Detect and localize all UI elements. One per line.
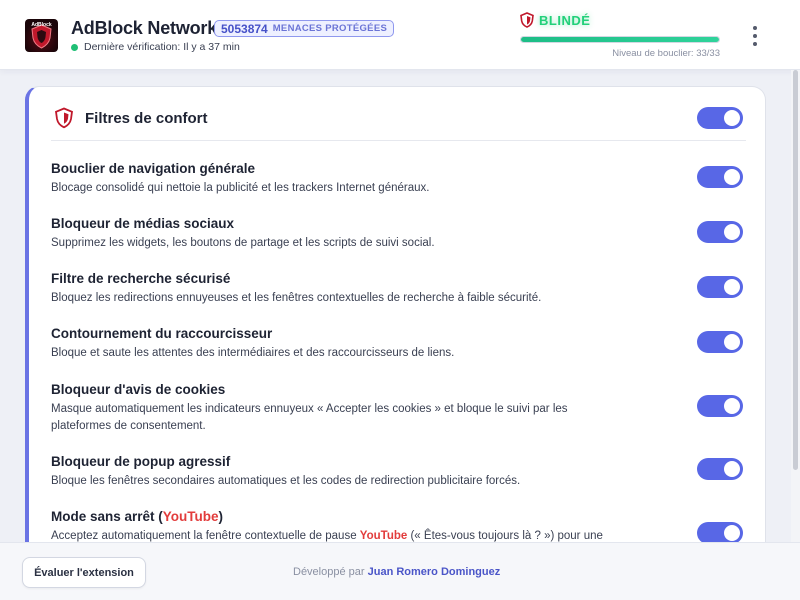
filter-item: Bloqueur de popup agressif Bloque les fe… <box>51 453 651 490</box>
credits-author-link[interactable]: Juan Romero Dominguez <box>368 566 501 578</box>
filter-toggle-social[interactable] <box>697 221 743 243</box>
youtube-label: YouTube <box>359 530 408 542</box>
filter-item: Bloqueur de médias sociaux Supprimez les… <box>51 215 651 252</box>
threat-label: MENACES PROTÉGÉES <box>272 23 388 34</box>
shield-status: BLINDÉ <box>520 12 590 28</box>
shield-level-fill <box>521 37 719 42</box>
filter-item: Contournement du raccourcisseur Bloque e… <box>51 325 651 362</box>
menu-dot <box>753 26 757 30</box>
filter-item: Filtre de recherche sécurisé Bloquez les… <box>51 270 651 307</box>
filter-name-suffix: ) <box>218 509 224 524</box>
shield-level-text: Niveau de bouclier: 33/33 <box>612 48 720 59</box>
credits-prefix: Développé par <box>293 566 368 578</box>
last-check-row: Dernière vérification: Il y a 37 min <box>71 41 240 53</box>
filter-name: Bloqueur de médias sociaux <box>51 216 235 231</box>
shield-icon <box>520 12 534 28</box>
scrollbar-thumb[interactable] <box>793 70 798 470</box>
filter-name: Contournement du raccourcisseur <box>51 326 273 341</box>
logo-wordmark: AdBlock <box>31 22 52 28</box>
filter-name: Mode sans arrêt (YouTube) <box>51 508 661 526</box>
filter-item: Mode sans arrêt (YouTube) Acceptez autom… <box>51 508 661 545</box>
filter-toggle-popup[interactable] <box>697 458 743 480</box>
filter-toggle-navigation[interactable] <box>697 166 743 188</box>
card-header: Filtres de confort <box>51 103 746 141</box>
threat-count-badge: 5053874 MENACES PROTÉGÉES <box>214 20 395 37</box>
app-logo: AdBlock <box>25 19 58 52</box>
kebab-menu-icon[interactable] <box>745 24 765 48</box>
filter-description: Bloque les fenêtres secondaires automati… <box>51 475 521 487</box>
master-filters-toggle[interactable] <box>697 107 743 129</box>
filter-name-prefix: Mode sans arrêt ( <box>51 509 163 524</box>
credits: Développé par Juan Romero Dominguez <box>293 566 500 578</box>
app-title: AdBlock Network <box>71 18 218 38</box>
youtube-label: YouTube <box>162 509 219 524</box>
filter-name: Bouclier de navigation générale <box>51 161 256 176</box>
menu-dot <box>753 34 757 38</box>
status-dot-icon <box>71 43 78 51</box>
shield-status-text: BLINDÉ <box>539 12 591 28</box>
shield-level-bar <box>520 36 720 43</box>
comfort-filters-card: Filtres de confort Bouclier de navigatio… <box>25 86 766 556</box>
filter-description: Bloque et saute les attentes des intermé… <box>51 347 455 359</box>
filter-description: Blocage consolidé qui nettoie la publici… <box>51 182 430 194</box>
filter-item: Bouclier de navigation générale Blocage … <box>51 160 651 197</box>
evaluate-extension-button[interactable]: Évaluer l'extension <box>22 557 146 588</box>
filter-toggle-youtube-nonstop[interactable] <box>697 522 743 544</box>
filter-description: Masque automatiquement les indicateurs e… <box>51 403 568 432</box>
filter-name: Bloqueur de popup agressif <box>51 454 231 469</box>
app-header: AdBlock AdBlock Network 5053874 MENACES … <box>0 0 800 70</box>
filter-name: Bloqueur d'avis de cookies <box>51 382 226 397</box>
threat-count: 5053874 <box>221 21 268 36</box>
filter-toggle-cookies[interactable] <box>697 395 743 417</box>
filter-item: Bloqueur d'avis de cookies Masque automa… <box>51 381 611 435</box>
filter-toggle-search[interactable] <box>697 276 743 298</box>
card-title: Filtres de confort <box>85 110 208 127</box>
filter-toggle-shortener[interactable] <box>697 331 743 353</box>
filter-description: Supprimez les widgets, les boutons de pa… <box>51 237 435 249</box>
scrollbar[interactable] <box>791 70 800 542</box>
filter-description: Bloquez les redirections ennuyeuses et l… <box>51 292 542 304</box>
filter-desc-suffix: (« Êtes-vous toujours là ? ») pour une <box>407 530 603 542</box>
filter-desc-prefix: Acceptez automatiquement la fenêtre cont… <box>51 530 360 542</box>
filter-name: Filtre de recherche sécurisé <box>51 271 231 286</box>
last-check-text: Dernière vérification: Il y a 37 min <box>84 41 240 53</box>
app-footer: Évaluer l'extension Développé par Juan R… <box>0 542 800 600</box>
menu-dot <box>753 42 757 46</box>
shield-icon <box>55 107 73 129</box>
